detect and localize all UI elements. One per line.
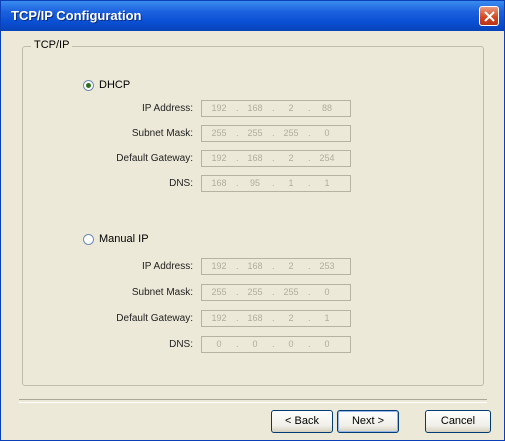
manual-ip-address-label: IP Address: [142,261,193,272]
octet-separator: . [236,261,239,271]
octet-separator: . [236,287,239,297]
octet: 0 [324,287,330,297]
octet-separator: . [272,313,275,323]
manual-ip-address-field[interactable]: 192 . 168 . 2 . 253 [201,258,351,275]
dhcp-gateway-label: Default Gateway: [116,153,193,164]
octet-separator: . [236,178,239,188]
octet-separator: . [308,261,311,271]
octet-separator: . [236,128,239,138]
close-button[interactable] [479,6,499,26]
octet: 253 [319,261,335,271]
octet-separator: . [308,313,311,323]
manual-ip-radio[interactable] [83,234,94,245]
back-button[interactable]: < Back [271,410,333,433]
footer-divider [19,399,487,403]
octet-separator: . [272,287,275,297]
octet: 1 [324,178,330,188]
octet-separator: . [236,339,239,349]
octet: 255 [211,128,227,138]
octet-separator: . [272,103,275,113]
tcpip-group [22,46,484,386]
manual-dns-field[interactable]: 0 . 0 . 0 . 0 [201,336,351,353]
octet: 168 [247,261,263,271]
dhcp-radio-dot [86,83,91,88]
octet: 255 [283,128,299,138]
close-icon [484,11,495,22]
octet-separator: . [272,261,275,271]
manual-gateway-field[interactable]: 192 . 168 . 2 . 1 [201,310,351,327]
octet-separator: . [308,287,311,297]
octet: 192 [211,261,227,271]
octet-separator: . [236,313,239,323]
window-title: TCP/IP Configuration [11,8,142,23]
octet: 0 [324,339,330,349]
dhcp-radio[interactable] [83,80,94,91]
octet: 168 [211,178,227,188]
octet: 168 [247,153,263,163]
octet: 0 [252,339,258,349]
manual-subnet-label: Subnet Mask: [131,287,193,298]
title-bar[interactable]: TCP/IP Configuration [1,1,504,31]
octet-separator: . [308,128,311,138]
dhcp-dns-field: 168 . 95 . 1 . 1 [201,175,351,192]
dhcp-ip-field: 192 . 168 . 2 . 88 [201,100,351,117]
octet-separator: . [236,153,239,163]
manual-dns-label: DNS: [169,339,193,350]
octet: 255 [247,287,263,297]
group-legend: TCP/IP [31,39,73,51]
octet-separator: . [308,178,311,188]
octet: 192 [211,313,227,323]
octet: 88 [321,103,332,113]
octet: 2 [288,313,294,323]
manual-ip-label: Manual IP [99,233,149,245]
octet-separator: . [236,103,239,113]
octet: 192 [211,103,227,113]
octet: 254 [319,153,335,163]
octet: 192 [211,153,227,163]
manual-gateway-label: Default Gateway: [116,313,193,324]
octet: 0 [324,128,330,138]
dhcp-subnet-field: 255 . 255 . 255 . 0 [201,125,351,142]
dhcp-subnet-label: Subnet Mask: [131,128,193,139]
octet: 2 [288,103,294,113]
octet-separator: . [308,103,311,113]
dhcp-label: DHCP [99,79,131,91]
octet: 255 [211,287,227,297]
octet-separator: . [308,339,311,349]
octet: 2 [288,261,294,271]
octet-separator: . [272,153,275,163]
octet: 168 [247,103,263,113]
manual-subnet-field[interactable]: 255 . 255 . 255 . 0 [201,284,351,301]
octet: 95 [249,178,260,188]
octet: 255 [247,128,263,138]
dhcp-dns-label: DNS: [169,178,193,189]
octet: 255 [283,287,299,297]
dialog-window: TCP/IP Configuration TCP/IP DHCP IP Addr… [0,0,505,441]
next-button[interactable]: Next > [337,410,399,433]
octet: 168 [247,313,263,323]
octet-separator: . [272,339,275,349]
octet: 1 [324,313,330,323]
cancel-button[interactable]: Cancel [425,410,491,433]
octet-separator: . [272,178,275,188]
octet: 0 [288,339,294,349]
octet: 0 [216,339,222,349]
dhcp-gateway-field: 192 . 168 . 2 . 254 [201,150,351,167]
octet: 2 [288,153,294,163]
octet-separator: . [308,153,311,163]
octet: 1 [288,178,294,188]
dhcp-ip-label: IP Address: [142,103,193,114]
octet-separator: . [272,128,275,138]
